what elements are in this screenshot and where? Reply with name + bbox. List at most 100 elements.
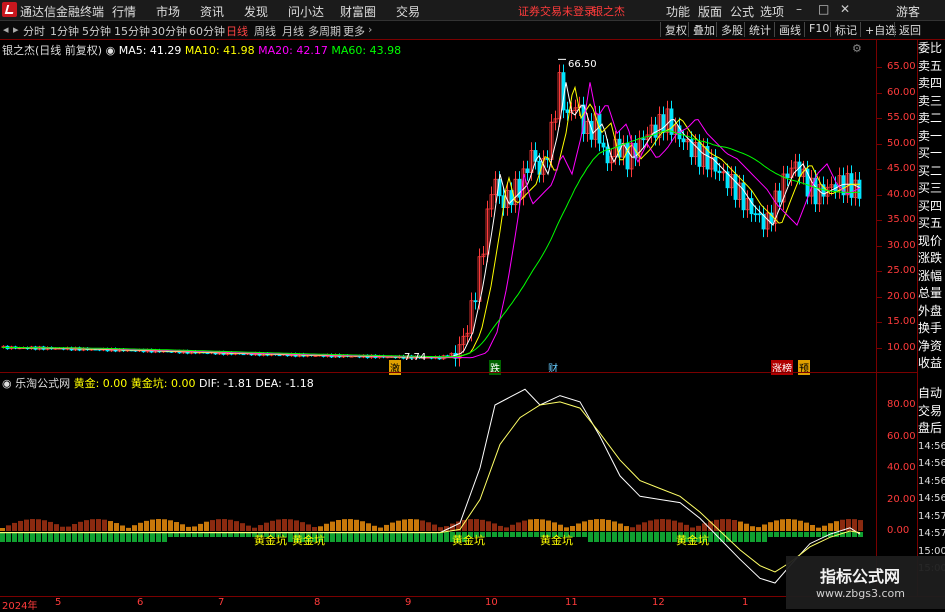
btn-huaxian[interactable]: 画线 [774, 22, 801, 37]
pit-bar [96, 532, 101, 542]
menu-caifuquan[interactable]: 财富圈 [340, 3, 376, 20]
quote-field-label: 外盘 [918, 303, 943, 318]
panel-tab[interactable]: 交易 [918, 403, 945, 420]
menu-shichang[interactable]: 市场 [156, 3, 180, 20]
scroll-right-icon[interactable]: ▸ [13, 23, 19, 36]
gold-bar [660, 519, 665, 531]
gold-bar [756, 527, 761, 531]
close-icon[interactable]: ✕ [840, 2, 850, 16]
gold-bar [408, 519, 413, 531]
pit-bar [390, 532, 395, 542]
menu-xuanxiang[interactable]: 选项 [760, 3, 784, 20]
date-tick: 8 [314, 597, 321, 608]
gold-bar [210, 520, 215, 531]
pit-bar [156, 532, 161, 542]
gold-bar [672, 520, 677, 531]
pit-bar [630, 532, 635, 542]
gold-bar [336, 520, 341, 531]
pit-bar [804, 532, 809, 537]
menu-banmian[interactable]: 版面 [698, 3, 722, 20]
pit-bar [738, 532, 743, 542]
gold-bar [804, 522, 809, 531]
maximize-icon[interactable]: □ [818, 2, 829, 16]
gold-bar [618, 523, 623, 531]
btn-diejia[interactable]: 叠加 [688, 22, 715, 37]
gold-bar [48, 521, 53, 531]
gold-bar [720, 519, 725, 531]
gold-bar [552, 522, 557, 531]
candle-body [661, 114, 666, 133]
menu-wenxiaoda[interactable]: 问小达 [288, 3, 324, 20]
indicator-plot [0, 388, 863, 584]
price-tick-mark [877, 220, 882, 221]
pit-bar [762, 532, 767, 542]
app-title: 通达信金融终端 [20, 5, 105, 19]
period-1min[interactable]: 1分钟 [50, 23, 79, 39]
gold-bar [396, 520, 401, 531]
panel-tab[interactable]: 盘后 [918, 420, 945, 437]
indicator-chart[interactable]: ◉ 乐淘公式网 黄金: 0.00 黄金坑: 0.00 DIF: -1.81 DE… [0, 374, 876, 596]
menu-jiaoyi[interactable]: 交易 [396, 3, 420, 20]
pit-bar [12, 532, 17, 542]
pit-bar [6, 532, 11, 542]
period-more[interactable]: 更多 [343, 23, 365, 39]
indicator-tick: 80.00 [887, 399, 916, 410]
menu-gongshi[interactable]: 公式 [730, 3, 754, 20]
pane-separator[interactable] [0, 372, 918, 373]
pit-bar [402, 532, 407, 542]
period-daily[interactable]: 日线 [226, 23, 248, 39]
gold-bar [186, 526, 191, 531]
period-fenshi[interactable]: 分时 [23, 23, 45, 39]
app-logo-icon [2, 2, 17, 17]
quote-field-label: 买四 [918, 198, 943, 213]
gold-bar [696, 525, 701, 531]
guest-label[interactable]: 游客 [896, 3, 920, 20]
gold-bar [84, 520, 89, 531]
gold-bar [594, 519, 599, 531]
top-stock-name: 银之杰 [592, 5, 625, 18]
gold-bar [834, 521, 839, 531]
gold-bar [744, 523, 749, 531]
pit-bar [54, 532, 59, 542]
btn-fanhui[interactable]: 返回 [894, 22, 921, 37]
scroll-left-icon[interactable]: ◂ [3, 23, 9, 36]
minimize-icon[interactable]: – [796, 2, 802, 16]
gold-bar [612, 521, 617, 531]
gold-bar [192, 526, 197, 531]
period-multi[interactable]: 多周期 [308, 23, 341, 39]
menu-faxian[interactable]: 发现 [244, 3, 268, 20]
candles [1, 64, 862, 367]
period-30min[interactable]: 30分钟 [151, 23, 187, 39]
more-chevron-icon[interactable]: › [368, 23, 372, 36]
pit-bar [510, 532, 515, 537]
price-tick: 25.00 [887, 265, 916, 276]
pit-bar [498, 532, 503, 537]
btn-zixuan[interactable]: +自选 [860, 22, 896, 37]
gold-bar [114, 523, 119, 531]
menu-zixun[interactable]: 资讯 [200, 3, 224, 20]
kline-chart[interactable]: 银之杰(日线 前复权) ◉ MA5: 41.29 MA10: 41.98 MA2… [0, 40, 876, 372]
period-weekly[interactable]: 周线 [254, 23, 276, 39]
gold-bar [468, 519, 473, 531]
btn-fuquan[interactable]: 复权 [660, 22, 687, 37]
menu-gongneng[interactable]: 功能 [666, 3, 690, 20]
btn-duogu[interactable]: 多股 [716, 22, 743, 37]
btn-f10[interactable]: F10 [804, 22, 829, 37]
gold-bar [306, 524, 311, 531]
gold-bar [144, 520, 149, 531]
pit-bar [42, 532, 47, 542]
quote-field-label: 换手 [918, 321, 943, 335]
login-alert[interactable]: 证券交易未登录 [518, 3, 595, 19]
period-5min[interactable]: 5分钟 [82, 23, 111, 39]
menu-hangqing[interactable]: 行情 [112, 3, 136, 20]
period-monthly[interactable]: 月线 [282, 23, 304, 39]
gold-bar [738, 521, 743, 531]
period-15min[interactable]: 15分钟 [114, 23, 150, 39]
quote-field-label: 卖三 [918, 93, 943, 108]
period-60min[interactable]: 60分钟 [189, 23, 225, 39]
btn-biaoji[interactable]: 标记 [830, 22, 857, 37]
btn-tongji[interactable]: 统计 [744, 22, 771, 37]
gold-bar [276, 519, 281, 531]
panel-tab[interactable]: 自动 [918, 385, 945, 402]
pit-bar [810, 532, 815, 537]
